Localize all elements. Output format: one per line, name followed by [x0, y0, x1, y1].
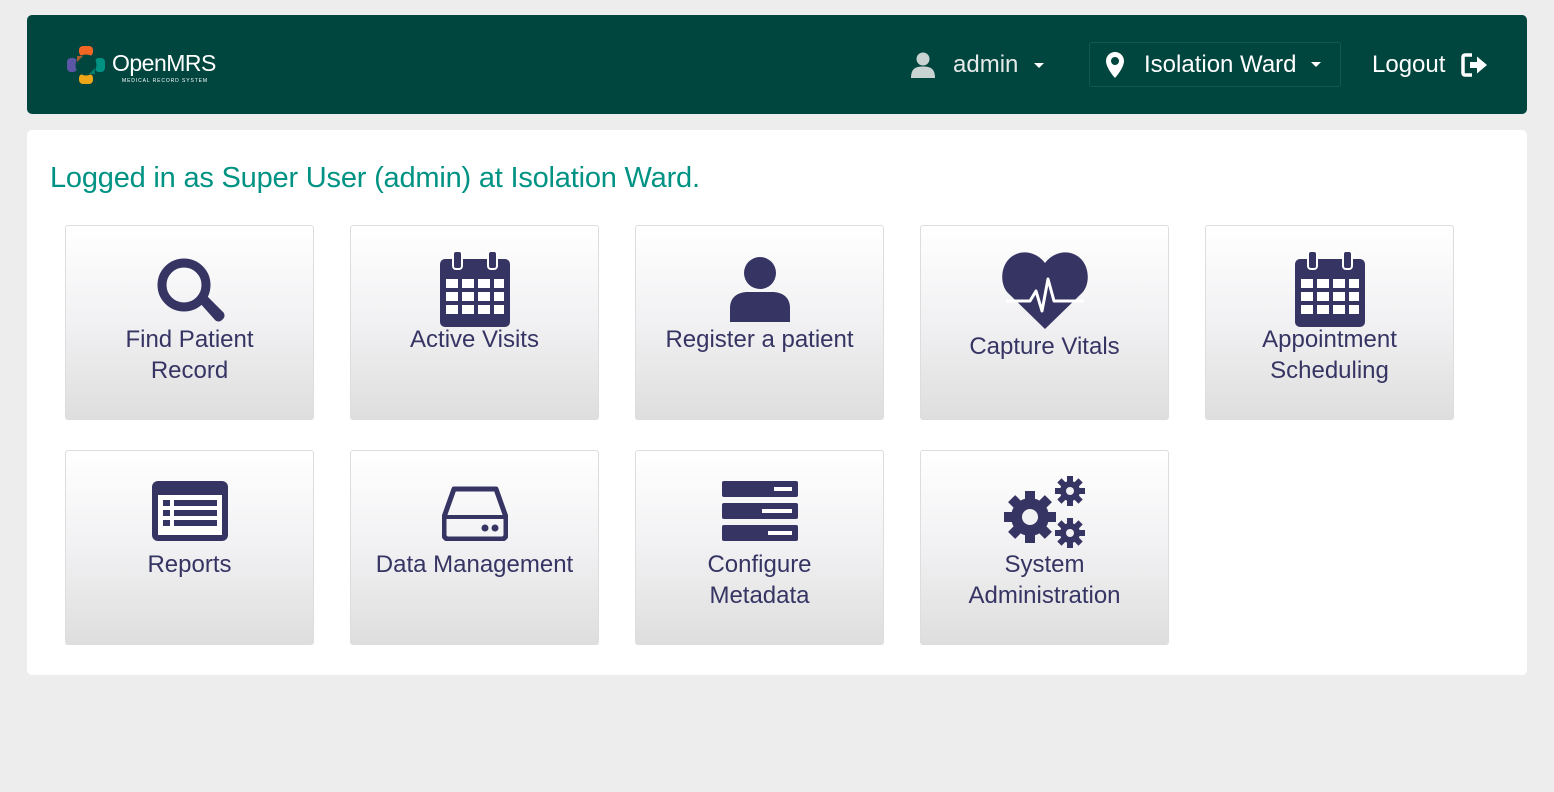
app-label: Reports: [147, 551, 232, 578]
calendar-icon: [439, 251, 510, 327]
app-label: Record: [150, 357, 229, 384]
welcome-message: Logged in as Super User (admin) at Isola…: [50, 162, 700, 194]
app-capture-vitals[interactable]: Capture Vitals: [920, 225, 1169, 420]
location-selector[interactable]: Isolation Ward: [1089, 42, 1341, 87]
map-marker-icon: [1106, 51, 1124, 78]
app-reports[interactable]: Reports: [65, 450, 314, 645]
location-name: Isolation Ward: [1144, 50, 1297, 78]
app-label: Active Visits: [410, 326, 539, 353]
cogs-icon: [1003, 476, 1085, 548]
app-register-a-patient[interactable]: Register a patient: [635, 225, 884, 420]
calendar-icon: [1294, 251, 1365, 327]
sign-out-icon: [1461, 53, 1488, 77]
logout-link[interactable]: Logout: [1372, 49, 1489, 81]
top-header: OpenMRS MEDICAL RECORD SYSTEM admin Isol…: [27, 15, 1527, 114]
app-label: Capture Vitals: [969, 333, 1120, 360]
app-label: Register a patient: [665, 326, 854, 353]
app-find-patient-record[interactable]: Find Patient Record: [65, 225, 314, 420]
app-data-management[interactable]: Data Management: [350, 450, 599, 645]
app-label: Configure: [707, 551, 812, 578]
app-label: Metadata: [709, 582, 810, 609]
app-label: Appointment: [1262, 326, 1397, 353]
app-configure-metadata[interactable]: Configure Metadata: [635, 450, 884, 645]
chevron-down-icon: [1310, 62, 1321, 67]
user-icon: [729, 257, 790, 322]
hdd-icon: [441, 486, 508, 541]
username: admin: [953, 51, 1019, 78]
heartbeat-icon: [1001, 252, 1088, 329]
app-label: Scheduling: [1270, 357, 1389, 384]
search-icon: [157, 258, 224, 322]
openmrs-logo-icon: [67, 46, 105, 84]
app-label: Administration: [968, 582, 1121, 609]
app-label: Data Management: [375, 551, 574, 578]
app-label: System: [1004, 551, 1085, 578]
app-appointment-scheduling[interactable]: Appointment Scheduling: [1205, 225, 1454, 420]
logo-subtext: MEDICAL RECORD SYSTEM: [122, 78, 208, 84]
app-system-administration[interactable]: System Administration: [920, 450, 1169, 645]
app-active-visits[interactable]: Active Visits: [350, 225, 599, 420]
user-menu[interactable]: admin: [911, 49, 1045, 81]
server-icon: [721, 481, 798, 541]
logo-text: OpenMRS: [112, 50, 216, 76]
app-label: Find Patient: [125, 326, 254, 353]
logout-label: Logout: [1372, 51, 1446, 78]
chevron-down-icon: [1034, 62, 1045, 68]
user-icon: [911, 52, 935, 78]
list-alt-icon: [151, 481, 228, 541]
openmrs-logo[interactable]: OpenMRS MEDICAL RECORD SYSTEM: [65, 44, 225, 86]
home-panel: Logged in as Super User (admin) at Isola…: [27, 130, 1527, 675]
